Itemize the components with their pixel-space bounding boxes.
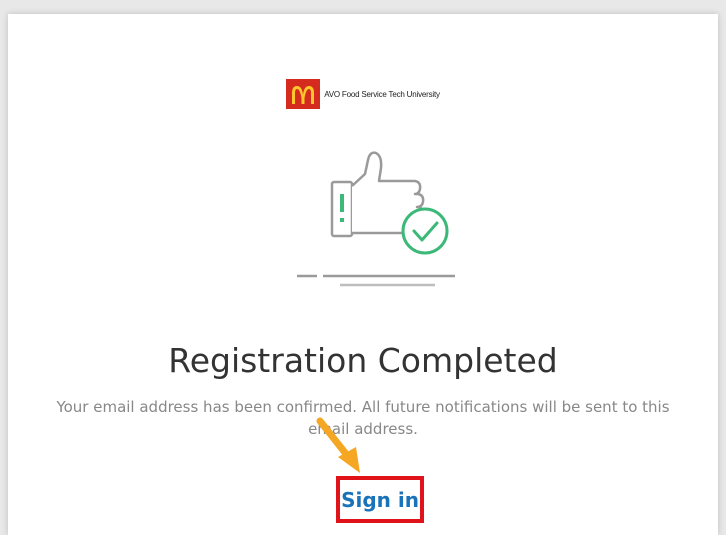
- registration-card: AVO Food Service Tech University Registr…: [8, 14, 718, 535]
- page-title: Registration Completed: [168, 341, 558, 380]
- sign-in-link[interactable]: Sign in: [341, 488, 419, 512]
- golden-arches-icon: [292, 86, 315, 104]
- brand-header: AVO Food Service Tech University: [8, 79, 718, 109]
- thumbs-up-check-icon: [297, 151, 455, 287]
- signin-highlight: Sign in: [336, 476, 424, 523]
- golden-arches-logo: [286, 79, 321, 109]
- brand-name: AVO Food Service Tech University: [324, 89, 440, 99]
